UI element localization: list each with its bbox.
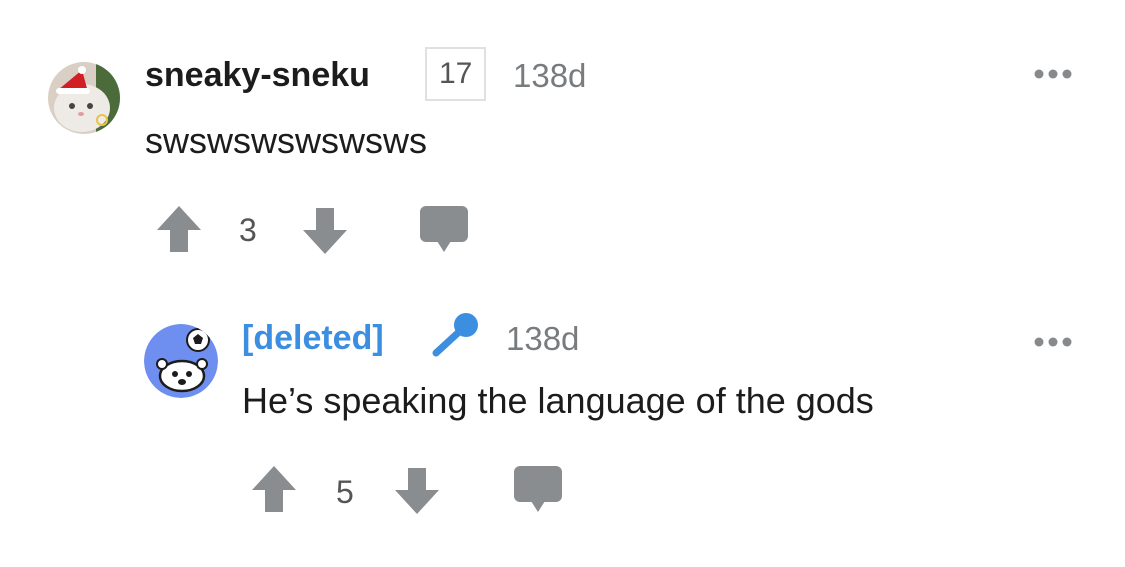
reply-comment-icon[interactable]: [513, 464, 563, 521]
user-flair: 17: [425, 47, 487, 101]
reply-body: He’s speaking the language of the gods: [242, 380, 874, 421]
comment-actions: 3: [155, 204, 475, 256]
comment-vote-count: 3: [239, 212, 257, 248]
comment-body: swswswswswsws: [145, 120, 427, 161]
snoo-soccer-avatar[interactable]: [144, 324, 218, 398]
more-dots-icon[interactable]: [1033, 58, 1073, 81]
reply-actions: 5: [250, 464, 570, 516]
upvote-arrow-icon[interactable]: [155, 204, 203, 259]
cat-santa-hat-avatar[interactable]: [48, 62, 120, 134]
reply-comment-icon[interactable]: [419, 204, 469, 261]
reply-username[interactable]: [deleted]: [242, 319, 384, 358]
downvote-arrow-icon[interactable]: [301, 206, 349, 261]
downvote-arrow-icon[interactable]: [393, 466, 441, 521]
more-dots-icon[interactable]: [1033, 326, 1073, 349]
reply-timestamp: 138d: [506, 320, 580, 357]
microphone-icon: [430, 311, 482, 364]
upvote-arrow-icon[interactable]: [250, 464, 298, 519]
reply-vote-count: 5: [336, 474, 354, 510]
comment-timestamp: 138d: [513, 57, 587, 94]
comment-username[interactable]: sneaky-sneku: [145, 56, 370, 95]
